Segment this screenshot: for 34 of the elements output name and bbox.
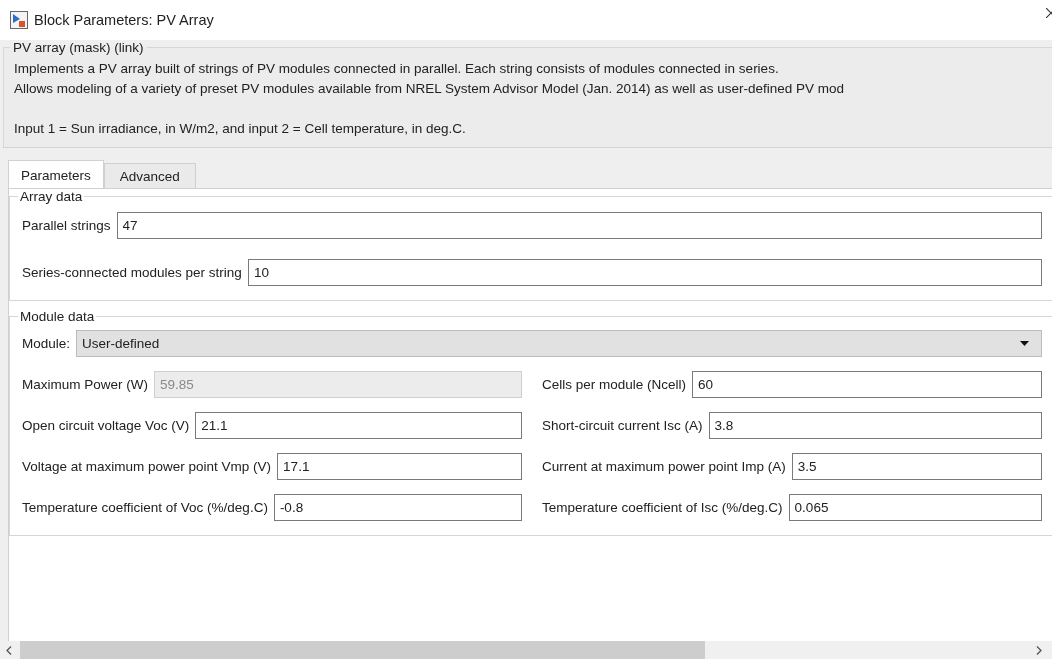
group-title: PV array (mask) (link) xyxy=(12,40,145,55)
field-label: Temperature coefficient of Isc (%/deg.C) xyxy=(542,500,783,515)
tab[interactable]: Parameters xyxy=(8,160,104,188)
field-label: Maximum Power (W) xyxy=(22,377,148,392)
tab[interactable]: Advanced xyxy=(103,163,196,188)
input-field[interactable]: 3.8 xyxy=(708,412,1042,439)
input-field[interactable]: 47 xyxy=(116,212,1042,239)
input-field[interactable]: 21.1 xyxy=(195,412,522,439)
input-field[interactable]: 0.065 xyxy=(788,494,1042,521)
field-label: Module: xyxy=(22,336,71,351)
input-field[interactable]: -0.8 xyxy=(273,494,522,521)
field-label: Series-connected modules per string xyxy=(22,265,242,280)
scroll-right-icon[interactable] xyxy=(1036,645,1042,655)
field-label: Cells per module (Ncell) xyxy=(542,377,687,392)
dropdown-arrow-icon xyxy=(1020,341,1029,346)
scroll-left-icon[interactable] xyxy=(6,645,12,655)
input-field[interactable]: 60 xyxy=(692,371,1042,398)
field-label: Current at maximum power point Imp (A) xyxy=(542,459,786,474)
block-icon xyxy=(10,11,28,29)
input-field[interactable]: 10 xyxy=(247,259,1042,286)
input-field[interactable]: 17.1 xyxy=(277,453,522,480)
module-dropdown[interactable]: User-defined xyxy=(76,330,1042,357)
field-label: Temperature coefficient of Voc (%/deg.C) xyxy=(22,500,268,515)
description-text: Allows modeling of a variety of preset PV modules available from NREL System Advisor Model (Jan. 2014) as well as user-defined PV mod xyxy=(14,80,846,98)
field-label: Open circuit voltage Voc (V) xyxy=(22,418,190,433)
field-label: Parallel strings xyxy=(22,218,111,233)
description-text: Implements a PV array built of strings of PV modules connected in parallel. Each string consists of modules connected in series. xyxy=(14,60,780,78)
field-label: Short-circuit current Isc (A) xyxy=(542,418,703,433)
group-title: Module data xyxy=(19,309,96,324)
field-label: Voltage at maximum power point Vmp (V) xyxy=(22,459,272,474)
input-field[interactable]: 3.5 xyxy=(791,453,1042,480)
group-title: Array data xyxy=(19,189,84,204)
description-text: Input 1 = Sun irradiance, in W/m2, and input 2 = Cell temperature, in deg.C. xyxy=(14,120,467,138)
window-title: Block Parameters: PV Array xyxy=(34,12,214,28)
